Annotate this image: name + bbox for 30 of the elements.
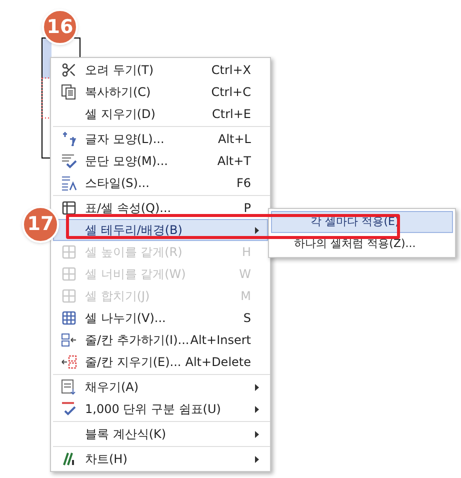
step-badge: 17 bbox=[22, 206, 59, 243]
menu-item[interactable]: 줄/칸 추가하기(I)...Alt+Insert bbox=[53, 329, 268, 351]
grid-icon bbox=[61, 244, 77, 260]
delete-row-icon bbox=[61, 354, 77, 370]
grid-icon bbox=[61, 310, 77, 326]
copy-icon bbox=[61, 84, 77, 100]
scissors-icon bbox=[61, 62, 77, 78]
paragraph-check-icon bbox=[61, 153, 77, 169]
comma-check-icon bbox=[61, 401, 77, 417]
menu-item[interactable]: 하나의 셀처럼 적용(Z)... bbox=[271, 233, 453, 255]
menu-item[interactable]: 오려 두기(T) Ctrl+X bbox=[53, 59, 268, 81]
chart-icon bbox=[61, 451, 77, 467]
menu-item[interactable]: 스타일(S)... F6 bbox=[53, 172, 268, 194]
menu-item[interactable]: 글자 모양(L)... Alt+L bbox=[53, 128, 268, 150]
grid-icon bbox=[61, 288, 77, 304]
menu-item[interactable]: 복사하기(C) Ctrl+C bbox=[53, 81, 268, 103]
fill-icon bbox=[61, 379, 77, 395]
menu-item[interactable]: 채우기(A) bbox=[53, 376, 268, 398]
step-badge: 16 bbox=[42, 9, 78, 45]
menu-item[interactable]: 줄/칸 지우기(E)... Alt+Delete bbox=[53, 351, 268, 373]
menu-item[interactable]: 셀 나누기(V)... S bbox=[53, 307, 268, 329]
menu-item[interactable]: 블록 계산식(K) bbox=[53, 423, 268, 445]
grid-icon bbox=[61, 266, 77, 282]
menu-item[interactable]: 셀 지우기(D) Ctrl+E bbox=[53, 103, 268, 125]
menu-item[interactable]: 1,000 단위 구분 쉼표(U) bbox=[53, 398, 268, 420]
add-row-icon bbox=[61, 332, 77, 348]
menu-item[interactable]: 차트(H) bbox=[53, 448, 268, 470]
style-icon bbox=[61, 175, 77, 191]
table-icon bbox=[61, 200, 77, 216]
menu-item[interactable]: 문단 모양(M)... Alt+T bbox=[53, 150, 268, 172]
